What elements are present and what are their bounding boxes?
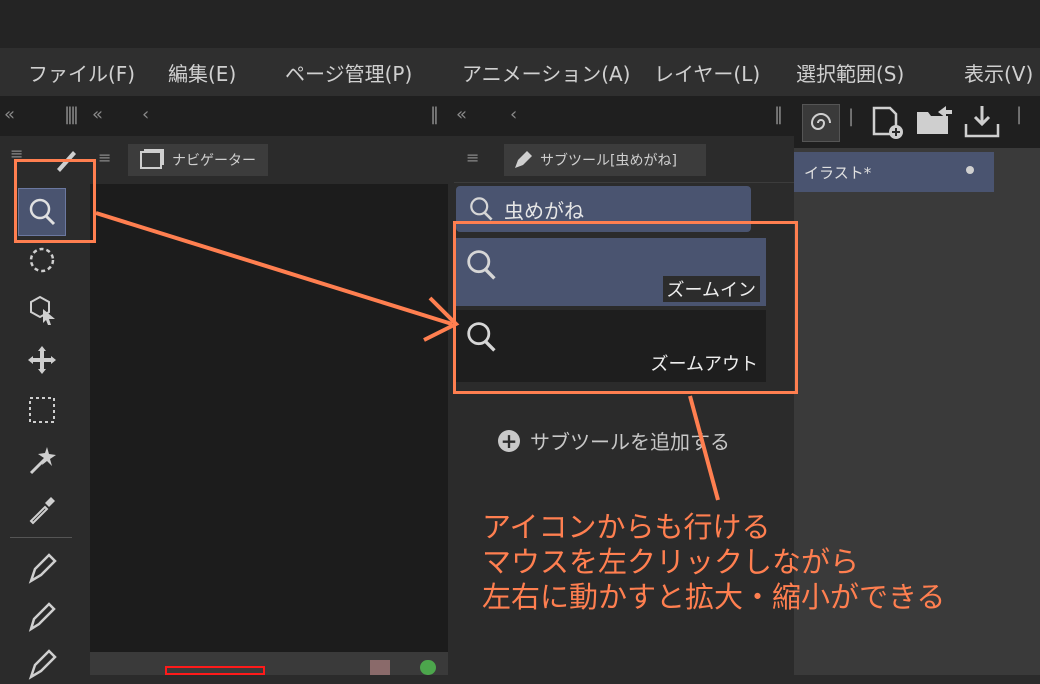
annotation-text: アイコンからも行ける マウスを左クリックしながら 左右に動かすと拡大・縮小ができ… [482, 510, 945, 615]
annotation-pointer-line [688, 395, 720, 501]
annotation-line: 左右に動かすと拡大・縮小ができる [482, 580, 946, 614]
annotation-line: マウスを左クリックしながら [482, 545, 860, 579]
annotation-line: アイコンからも行ける [482, 510, 771, 544]
annotation-arrow [95, 211, 453, 326]
